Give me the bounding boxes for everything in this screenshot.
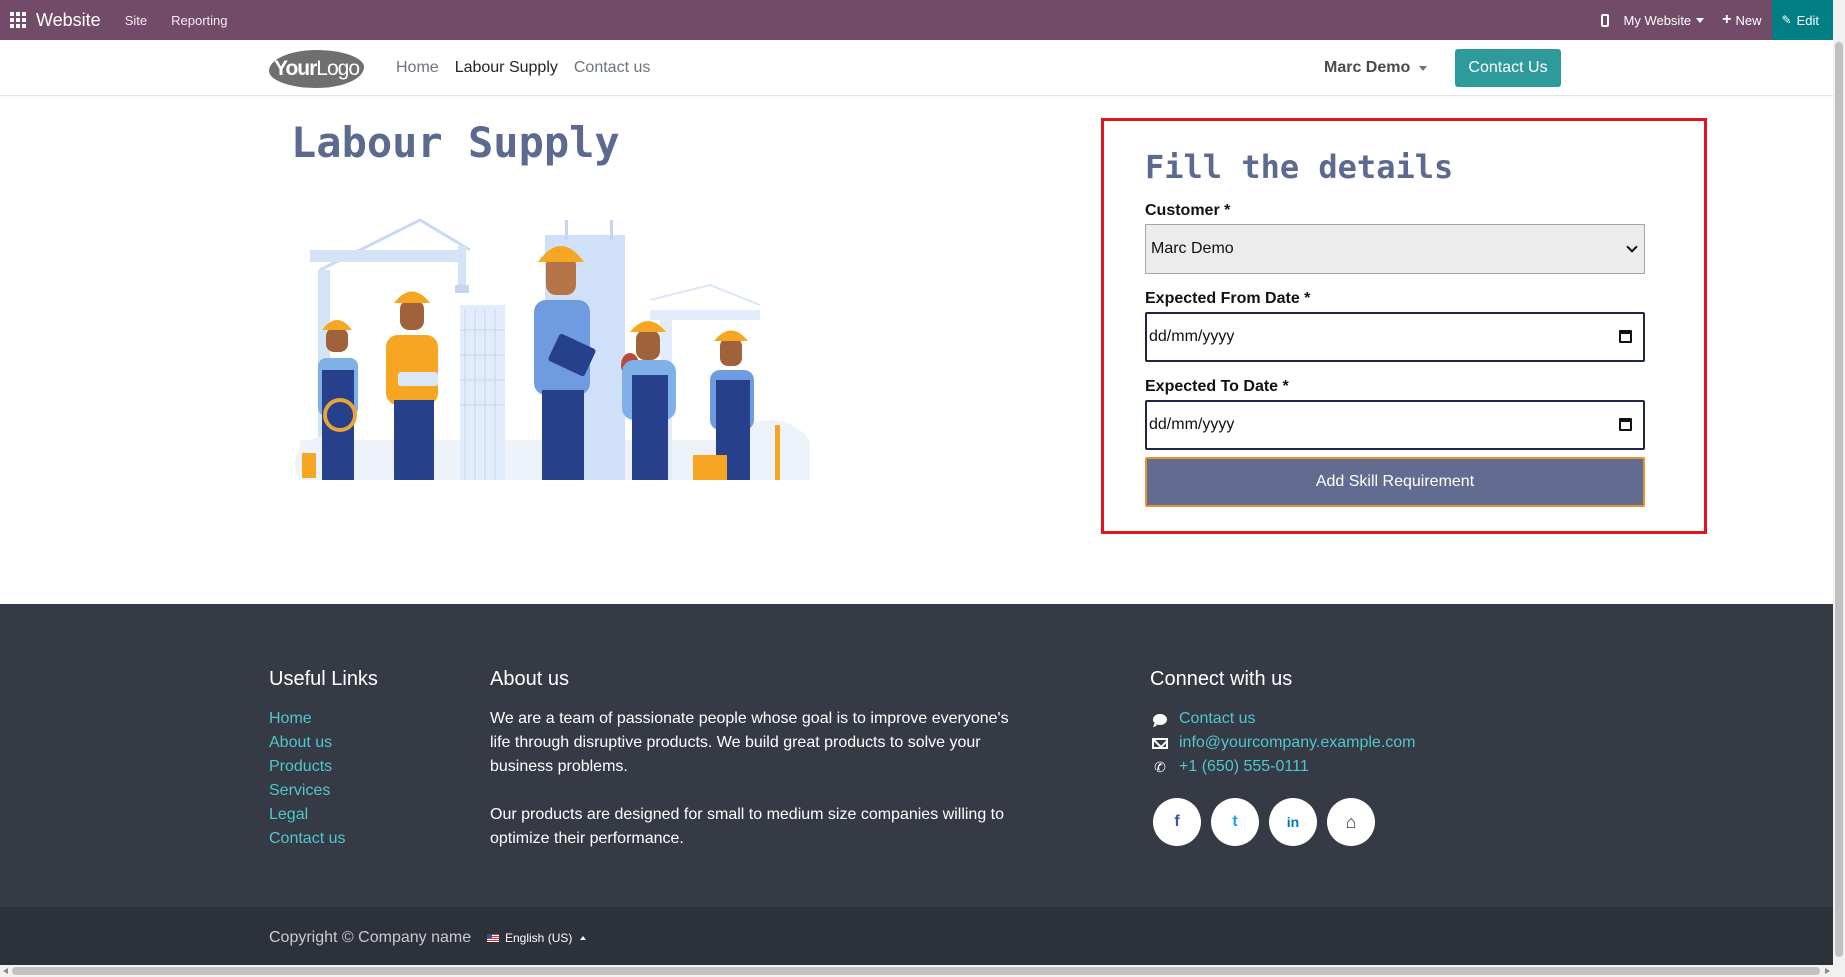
edit-button-label: Edit [1796,12,1819,28]
odoo-topbar: Website Site Reporting My Website + New … [0,0,1845,40]
new-button[interactable]: + New [1722,11,1761,29]
horizontal-scrollbar[interactable] [0,965,1845,977]
connect-title: Connect with us [1150,668,1293,690]
plus-icon: + [1722,11,1732,28]
email-row: info@yourcompany.example.com [1151,734,1416,752]
customer-label: Customer * [1145,202,1231,219]
vertical-scrollbar[interactable] [1833,40,1845,965]
about-us-text-2: Our products are designed for small to m… [490,806,1005,847]
site-header: Your Logo Home Labour Supply Contact us M… [0,40,1833,96]
footer-contact-link[interactable]: Contact us [1179,710,1255,728]
new-button-label: New [1735,12,1762,28]
scroll-right-icon[interactable] [1825,968,1830,974]
form-title: Fill the details [1145,148,1454,186]
menu-reporting[interactable]: Reporting [171,13,227,28]
useful-links-title: Useful Links [269,668,378,690]
language-selector[interactable]: English (US) [487,931,587,945]
nav-home[interactable]: Home [396,59,439,77]
website-switcher[interactable]: My Website [1624,13,1705,28]
company-logo[interactable]: Your Logo [269,50,364,88]
linkedin-glyph: in [1286,814,1300,830]
us-flag-icon [487,934,499,942]
to-date-label: Expected To Date * [1145,378,1289,395]
chevron-down-icon [1696,17,1705,23]
workers-illustration [295,218,810,480]
footer-phone-link[interactable]: +1 (650) 555-0111 [1179,758,1309,776]
to-date-placeholder: dd/mm/yyyy [1149,416,1235,433]
facebook-icon[interactable]: f [1153,798,1201,846]
topbar-scroll-gutter [1833,0,1845,40]
phone-row: ✆ +1 (650) 555-0111 [1151,758,1309,776]
footer-link-home[interactable]: Home [269,710,312,728]
website-switcher-label: My Website [1623,12,1692,28]
from-date-label: Expected From Date * [1145,290,1311,307]
logo-text-bold: Your [274,57,317,80]
menu-site[interactable]: Site [125,13,147,28]
header-contact-us-button[interactable]: Contact Us [1455,49,1561,87]
language-label: English (US) [505,931,573,945]
calendar-icon[interactable] [1619,330,1632,343]
footer-link-services[interactable]: Services [269,782,330,800]
apps-menu-icon[interactable] [1,0,35,40]
mobile-preview-icon[interactable] [1598,0,1612,40]
chevron-down-icon [1419,65,1428,71]
page-title: Labour Supply [291,118,620,167]
chevron-down-icon [1626,241,1638,253]
twitter-icon[interactable]: t [1211,798,1259,846]
horizontal-scroll-thumb[interactable] [12,967,1820,975]
footer-link-legal[interactable]: Legal [269,806,308,824]
user-name: Marc Demo [1324,59,1411,76]
about-us-title: About us [490,668,569,690]
user-menu[interactable]: Marc Demo [1324,40,1428,96]
envelope-icon [1151,735,1169,751]
facebook-glyph: f [1174,813,1180,830]
home-glyph: ⌂ [1345,811,1357,832]
footer-link-contact-us[interactable]: Contact us [269,830,345,848]
footer-email-link[interactable]: info@yourcompany.example.com [1179,734,1416,752]
customer-select[interactable]: Marc Demo [1145,224,1645,274]
add-skill-requirement-button[interactable]: Add Skill Requirement [1145,457,1645,507]
edit-button[interactable]: ✎ Edit [1771,0,1833,40]
calendar-icon[interactable] [1619,418,1632,431]
app-brand[interactable]: Website [36,10,101,31]
home-icon[interactable]: ⌂ [1327,798,1375,846]
footer-link-about-us[interactable]: About us [269,734,332,752]
copyright-text: Copyright © Company name [269,929,472,946]
to-date-input[interactable]: dd/mm/yyyy [1145,400,1645,450]
comment-icon [1151,711,1169,727]
pencil-icon: ✎ [1781,13,1792,27]
nav-contact-us[interactable]: Contact us [574,59,650,77]
vertical-scroll-thumb[interactable] [1835,42,1843,957]
footer-link-products[interactable]: Products [269,758,332,776]
nav-labour-supply[interactable]: Labour Supply [455,59,558,77]
linkedin-icon[interactable]: in [1269,798,1317,846]
twitter-glyph: t [1232,813,1238,830]
about-us-text-1: We are a team of passionate people whose… [490,710,1009,775]
from-date-placeholder: dd/mm/yyyy [1149,328,1235,345]
chevron-up-icon [580,936,587,940]
logo-text-light: Logo [316,57,360,80]
scroll-left-icon[interactable] [3,968,8,974]
from-date-input[interactable]: dd/mm/yyyy [1145,312,1645,362]
customer-selected-value: Marc Demo [1151,240,1234,257]
main-nav: Home Labour Supply Contact us [396,40,666,96]
contact-us-row: Contact us [1151,710,1255,728]
phone-icon: ✆ [1154,758,1166,775]
